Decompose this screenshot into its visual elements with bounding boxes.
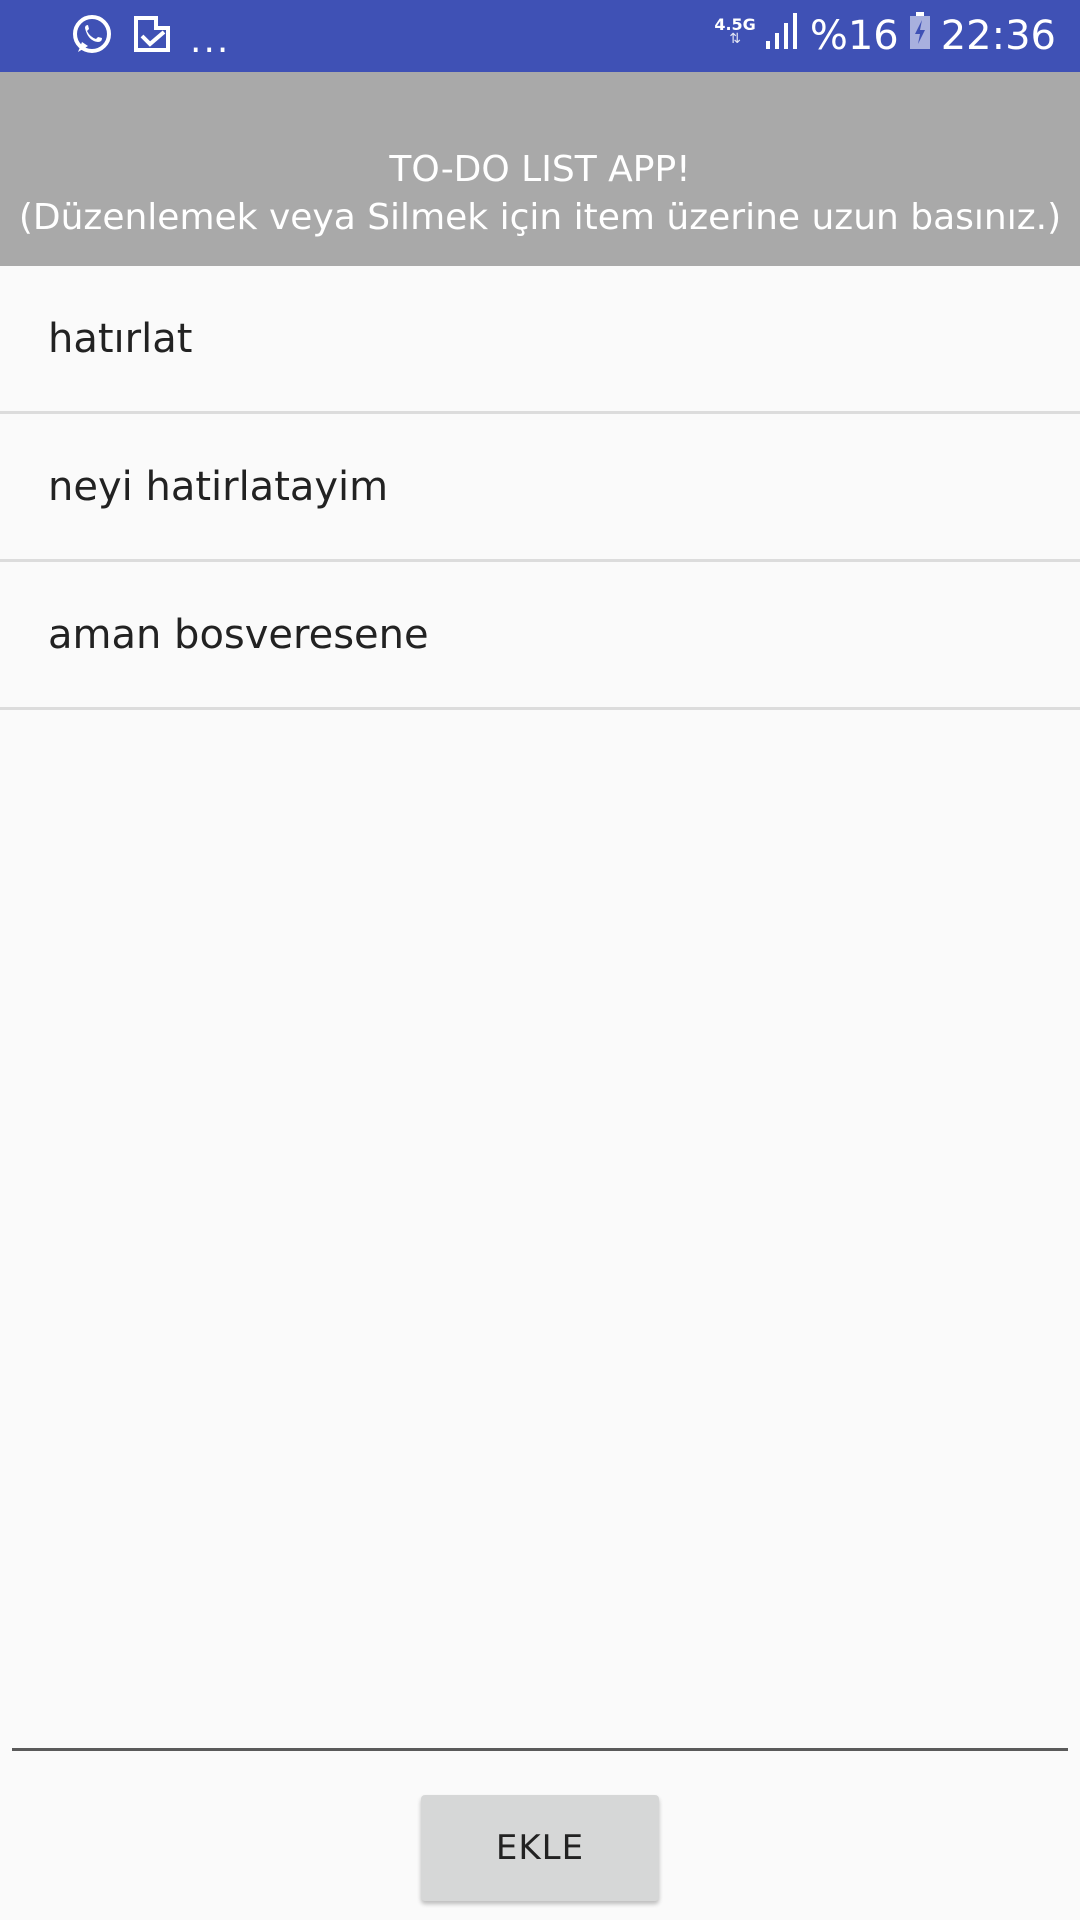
battery-percent: %16 — [809, 13, 899, 59]
page-subtitle: (Düzenlemek veya Silmek için item üzerin… — [18, 197, 1062, 238]
list-item[interactable]: hatırlat — [0, 266, 1080, 414]
list-item-label: aman bosveresene — [48, 611, 429, 658]
app-header: TO-DO LIST APP! (Düzenlemek veya Silmek … — [0, 72, 1080, 266]
page-title: TO-DO LIST APP! — [389, 149, 691, 190]
list-item-label: hatırlat — [48, 315, 193, 362]
input-divider — [12, 1748, 1068, 1751]
more-notifications-indicator: ... — [190, 19, 231, 61]
list-item-label: neyi hatirlatayim — [48, 463, 389, 510]
battery-charging-icon — [909, 12, 931, 60]
notification-app-icon — [132, 14, 172, 58]
whatsapp-icon — [70, 12, 114, 60]
todo-list: hatırlat neyi hatirlatayim aman bosveres… — [0, 266, 1080, 710]
data-arrows-icon: ⇅ — [729, 31, 741, 47]
status-system-info: 4.5G ⇅ %16 22:36 — [714, 0, 1056, 72]
add-button[interactable]: EKLE — [421, 1795, 659, 1901]
status-bar: ... 4.5G ⇅ %16 22:36 — [0, 0, 1080, 72]
clock: 22:36 — [940, 13, 1056, 59]
signal-icon — [765, 13, 800, 59]
network-indicator: 4.5G ⇅ — [714, 17, 755, 47]
list-item[interactable]: aman bosveresene — [0, 562, 1080, 710]
status-notifications: ... — [70, 0, 230, 72]
list-item[interactable]: neyi hatirlatayim — [0, 414, 1080, 562]
